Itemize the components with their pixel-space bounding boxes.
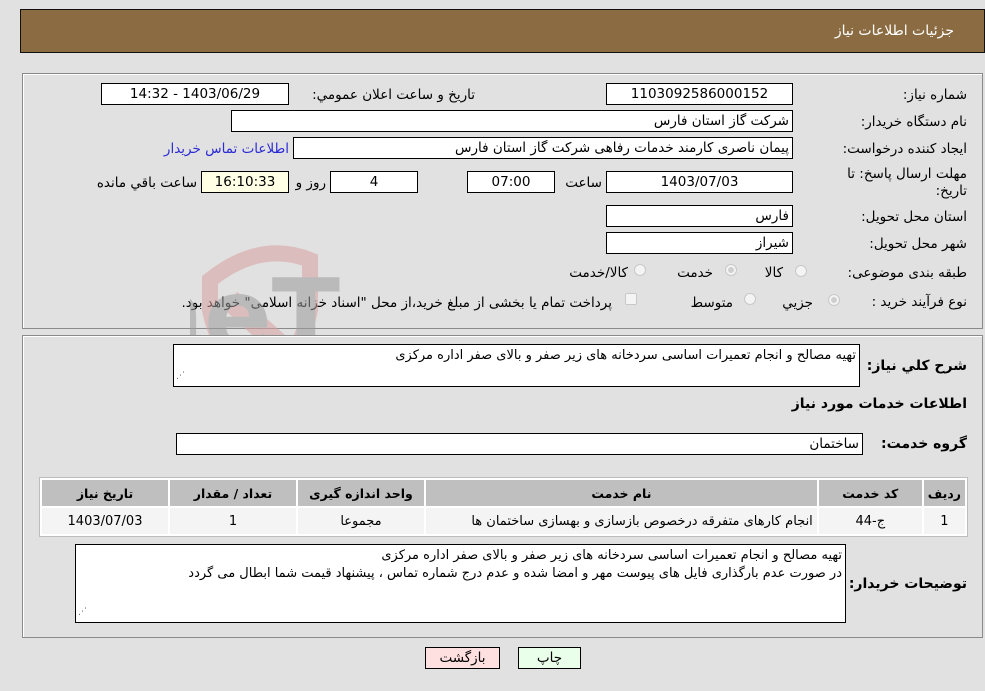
buyer-org-field[interactable]: شرکت گاز استان فارس [231,110,793,132]
col-service-code: کد خدمت [818,480,922,506]
services-heading: اطلاعات خدمات مورد نیاز [791,396,967,412]
buyer-org-label: نام دستگاه خریدار: [860,114,967,130]
cell-unit: مجموعا [298,508,424,534]
creator-field[interactable]: پیمان ناصری کارمند خدمات رفاهی شرکت گاز … [293,137,793,159]
city-field[interactable]: شیراز [606,232,793,254]
need-number-label: شماره نیاز: [902,87,967,103]
buyer-notes-textarea[interactable]: تهیه مصالح و انجام تعمیرات اساسی سردخانه… [75,544,846,623]
cell-row-number: 1 [923,508,965,534]
services-table: ردیف کد خدمت نام خدمت واحد اندازه گیری ت… [39,477,968,537]
col-unit: واحد اندازه گیری [298,480,424,506]
deadline-time-label: ساعت [565,175,602,191]
buyer-notes-line-2: در صورت عدم بارگذاری فایل های پیوست مهر … [188,566,842,581]
process-medium-radio[interactable] [744,293,756,305]
resize-grip-icon[interactable]: ⋰ [176,367,185,385]
deadline-label: مهلت ارسال پاسخ: تا تاریخ: [847,166,967,199]
category-goods-service-radio[interactable] [634,264,646,276]
col-row-number: ردیف [923,480,965,506]
col-need-date: تاریخ نیاز [42,480,168,506]
service-group-label: گروه خدمت: [881,436,967,452]
print-button[interactable]: چاپ [518,647,581,669]
category-goods-service-label: کالا/خدمت [569,265,628,281]
table-header-row: ردیف کد خدمت نام خدمت واحد اندازه گیری ت… [42,480,965,506]
process-medium-label: متوسط [690,295,733,311]
resize-grip-icon[interactable]: ⋰ [78,603,87,621]
remaining-time-field[interactable]: 16:10:33 [201,171,289,193]
buyer-notes-label: توضیحات خریدار: [848,576,967,592]
category-goods-label: کالا [764,265,783,281]
announce-label: تاریخ و ساعت اعلان عمومي: [312,87,475,103]
category-service-radio[interactable] [725,264,737,276]
description-label: شرح کلي نیاز: [866,358,967,374]
days-label: روز و [295,175,326,191]
buyer-contact-link[interactable]: اطلاعات تماس خریدار [164,141,289,157]
remaining-time-label: ساعت باقي مانده [96,175,197,191]
province-field[interactable]: فارس [606,205,793,227]
back-button[interactable]: بازگشت [425,647,500,669]
cell-service-name: انجام کارهای متفرقه درخصوص بازسازی و بهس… [426,508,817,534]
deadline-date-field[interactable]: 1403/07/03 [606,171,793,193]
col-quantity: تعداد / مقدار [170,480,296,506]
service-group-field[interactable]: ساختمان [176,433,863,455]
process-minor-radio[interactable] [828,294,840,306]
creator-label: ایجاد کننده درخواست: [842,141,967,157]
page-header: جزئیات اطلاعات نیاز [20,9,985,53]
cell-service-code: ج-44 [818,508,922,534]
category-goods-radio[interactable] [795,265,807,277]
process-label: نوع فرآیند خرید : [871,294,967,310]
days-remaining-field[interactable]: 4 [330,171,418,193]
announce-datetime-field[interactable]: 1403/06/29 - 14:32 [101,83,289,105]
table-row[interactable]: 1 ج-44 انجام کارهای متفرقه درخصوص بازساز… [42,508,965,534]
treasury-checkbox[interactable] [625,293,637,305]
col-service-name: نام خدمت [426,480,817,506]
description-text: تهیه مصالح و انجام تعمیرات اساسی سردخانه… [395,348,856,363]
city-label: شهر محل تحویل: [869,236,967,252]
treasury-text: پرداخت تمام یا بخشی از مبلغ خرید،از محل … [181,295,612,311]
province-label: استان محل تحویل: [861,209,967,225]
need-number-field[interactable]: 1103092586000152 [606,83,793,105]
category-service-label: خدمت [677,265,713,281]
deadline-time-field[interactable]: 07:00 [467,171,555,193]
page-title: جزئیات اطلاعات نیاز [834,23,954,39]
description-textarea[interactable]: تهیه مصالح و انجام تعمیرات اساسی سردخانه… [173,344,860,387]
category-label: طبقه بندی موضوعی: [847,265,967,281]
cell-quantity: 1 [170,508,296,534]
cell-need-date: 1403/07/03 [42,508,168,534]
buyer-notes-line-1: تهیه مصالح و انجام تعمیرات اساسی سردخانه… [381,548,842,563]
process-minor-label: جزیي [782,295,813,311]
